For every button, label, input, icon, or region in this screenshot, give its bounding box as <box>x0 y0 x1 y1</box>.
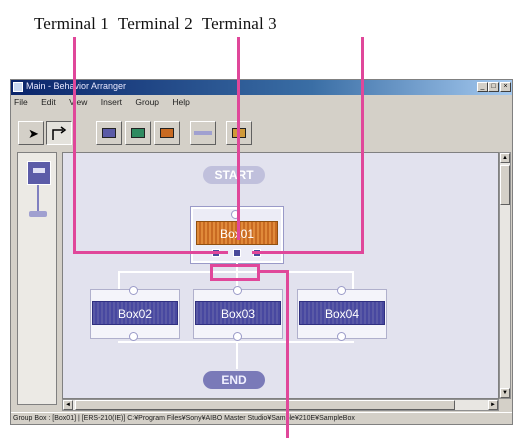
window-title: Main - Behavior Arranger <box>26 81 127 91</box>
behavior-canvas[interactable]: START Box01 Box02 Box03 Box04 END <box>62 152 499 399</box>
connector-callout-horizontal <box>258 270 288 273</box>
menu-file[interactable]: File <box>14 97 28 107</box>
box04-input-dot[interactable] <box>337 286 346 295</box>
terminal-caption: Terminal 1 Terminal 2 Terminal 3 <box>34 14 282 34</box>
title-bar[interactable]: Main - Behavior Arranger _ □ × <box>11 80 512 95</box>
tree-end-icon <box>29 211 47 217</box>
line-tool-icon <box>194 131 212 135</box>
menu-edit[interactable]: Edit <box>41 97 56 107</box>
terminal-2-label: Terminal 2 <box>117 14 193 33</box>
tree-connector <box>37 185 39 211</box>
vertical-scroll-thumb[interactable] <box>500 165 510 205</box>
connector-callout-vertical <box>286 270 289 438</box>
terminal-3-callout-horizontal <box>252 251 364 254</box>
box02-label: Box02 <box>117 307 153 321</box>
box03-node[interactable]: Box03 <box>195 301 281 325</box>
vertical-scrollbar[interactable]: ▲ ▼ <box>499 152 511 399</box>
connector-callout-box <box>210 264 260 281</box>
close-button[interactable]: × <box>500 82 511 92</box>
maximize-button[interactable]: □ <box>488 82 499 92</box>
connector-v-end <box>236 343 238 369</box>
connector-v-right <box>352 271 354 289</box>
terminal-3-label: Terminal 3 <box>201 14 277 33</box>
box04-output-dot[interactable] <box>337 332 346 341</box>
menu-help[interactable]: Help <box>172 97 189 107</box>
line-tool-button[interactable] <box>190 121 216 145</box>
menu-group[interactable]: Group <box>135 97 159 107</box>
box-tool-1-button[interactable] <box>96 121 122 145</box>
terminal-2-handle[interactable] <box>233 249 241 257</box>
scroll-down-button[interactable]: ▼ <box>500 388 510 398</box>
end-node[interactable]: END <box>203 371 265 389</box>
toolbar: ➤ <box>14 112 510 148</box>
box02-node[interactable]: Box02 <box>92 301 178 325</box>
app-icon <box>13 82 23 92</box>
select-arrow-icon: ➤ <box>28 126 39 141</box>
connect-tool-button[interactable] <box>46 121 72 145</box>
horizontal-scrollbar[interactable]: ◄ ► <box>62 399 499 411</box>
box-tool-3-button[interactable] <box>154 121 180 145</box>
box04-node[interactable]: Box04 <box>299 301 385 325</box>
minimize-button[interactable]: _ <box>477 82 488 92</box>
scroll-left-button[interactable]: ◄ <box>63 400 73 410</box>
box-tool-2-icon <box>131 128 145 138</box>
connector-v-left <box>118 271 120 289</box>
terminal-1-callout-horizontal <box>73 251 228 254</box>
scroll-right-button[interactable]: ► <box>488 400 498 410</box>
box04-label: Box04 <box>324 307 360 321</box>
box03-input-dot[interactable] <box>233 286 242 295</box>
box-tool-2-button[interactable] <box>125 121 151 145</box>
status-bar: Group Box : [Box01] | [ERS-210(IE)] C:¥P… <box>11 412 512 424</box>
start-node[interactable]: START <box>203 166 265 184</box>
scroll-up-button[interactable]: ▲ <box>500 153 510 163</box>
terminal-1-callout-vertical <box>73 37 76 254</box>
menu-insert[interactable]: Insert <box>101 97 122 107</box>
box02-input-dot[interactable] <box>129 286 138 295</box>
box-tool-1-icon <box>102 128 116 138</box>
menu-bar: File Edit View Insert Group Help <box>14 97 201 109</box>
box02-output-dot[interactable] <box>129 332 138 341</box>
menu-view[interactable]: View <box>69 97 87 107</box>
terminal-3-callout-vertical <box>361 37 364 254</box>
box03-output-dot[interactable] <box>233 332 242 341</box>
box-tool-3-icon <box>160 128 174 138</box>
terminal-1-label: Terminal 1 <box>34 14 109 33</box>
horizontal-scroll-thumb[interactable] <box>75 400 455 410</box>
select-tool-button[interactable]: ➤ <box>18 121 44 145</box>
group-tree-pane[interactable] <box>17 152 57 405</box>
terminal-2-callout-vertical <box>237 37 240 240</box>
group-box-icon[interactable] <box>27 161 51 185</box>
connect-tool-icon <box>52 126 67 140</box>
box03-label: Box03 <box>220 307 256 321</box>
